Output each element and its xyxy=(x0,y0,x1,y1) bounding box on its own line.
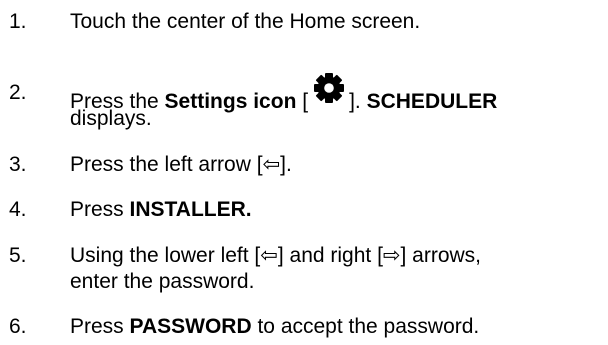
step-number: 5. xyxy=(9,244,27,267)
gear-icon xyxy=(312,72,346,104)
step-number: 2. xyxy=(9,81,27,104)
step-text: Touch the center of the Home screen. xyxy=(70,10,421,33)
step-number: 3. xyxy=(9,153,27,176)
installer-label: INSTALLER. xyxy=(129,198,252,221)
password-label: PASSWORD xyxy=(129,315,252,338)
step-text: Press the left arrow [⇦]. xyxy=(70,153,292,176)
step-number: 4. xyxy=(9,198,27,221)
step-number: 6. xyxy=(9,315,27,338)
step-text: Press PASSWORD to accept the password. xyxy=(70,315,480,338)
step-text: Press INSTALLER. xyxy=(70,198,252,221)
step-number: 1. xyxy=(9,10,27,33)
step-text: Using the lower left [⇦] and right [⇨] a… xyxy=(70,244,482,267)
step-text: enter the password. xyxy=(70,270,255,293)
step-text: displays. xyxy=(70,107,152,130)
